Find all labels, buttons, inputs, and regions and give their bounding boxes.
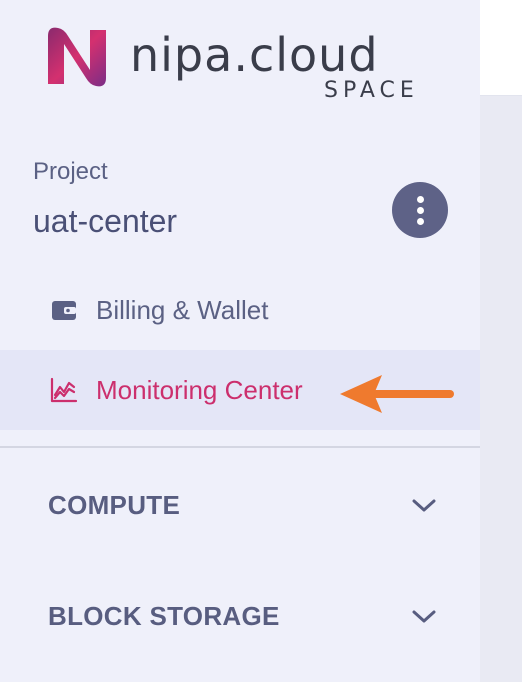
project-label: Project (33, 158, 108, 185)
more-vertical-icon-dot (416, 195, 424, 203)
wallet-icon (50, 296, 78, 324)
chart-line-icon (50, 376, 78, 404)
section-compute[interactable]: COMPUTE (0, 470, 480, 540)
logo-sub-text: SPACE (324, 78, 419, 103)
project-name: uat-center (33, 203, 178, 239)
divider (0, 446, 480, 448)
logo-brand-text: nipa.cloud (130, 28, 379, 82)
project-menu-button[interactable] (392, 182, 448, 238)
top-bar (480, 0, 522, 96)
sidebar-item-billing-wallet[interactable]: Billing & Wallet (0, 270, 480, 350)
nipa-logo-mark (48, 27, 106, 87)
more-vertical-icon-dot (416, 206, 424, 214)
more-vertical-icon-dot (416, 217, 424, 225)
annotation-arrow (340, 375, 454, 413)
logo[interactable]: nipa.cloud SPACE (44, 22, 444, 112)
section-label: BLOCK STORAGE (48, 600, 280, 631)
chevron-down-icon (412, 499, 436, 512)
sidebar: nipa.cloud SPACE Project uat-center Bill… (0, 0, 480, 682)
sidebar-item-label: Monitoring Center (96, 374, 303, 405)
chevron-down-icon (412, 610, 436, 623)
section-block-storage[interactable]: BLOCK STORAGE (0, 581, 480, 651)
main-content (480, 96, 522, 682)
sidebar-item-label: Billing & Wallet (96, 294, 269, 325)
section-label: COMPUTE (48, 489, 181, 520)
